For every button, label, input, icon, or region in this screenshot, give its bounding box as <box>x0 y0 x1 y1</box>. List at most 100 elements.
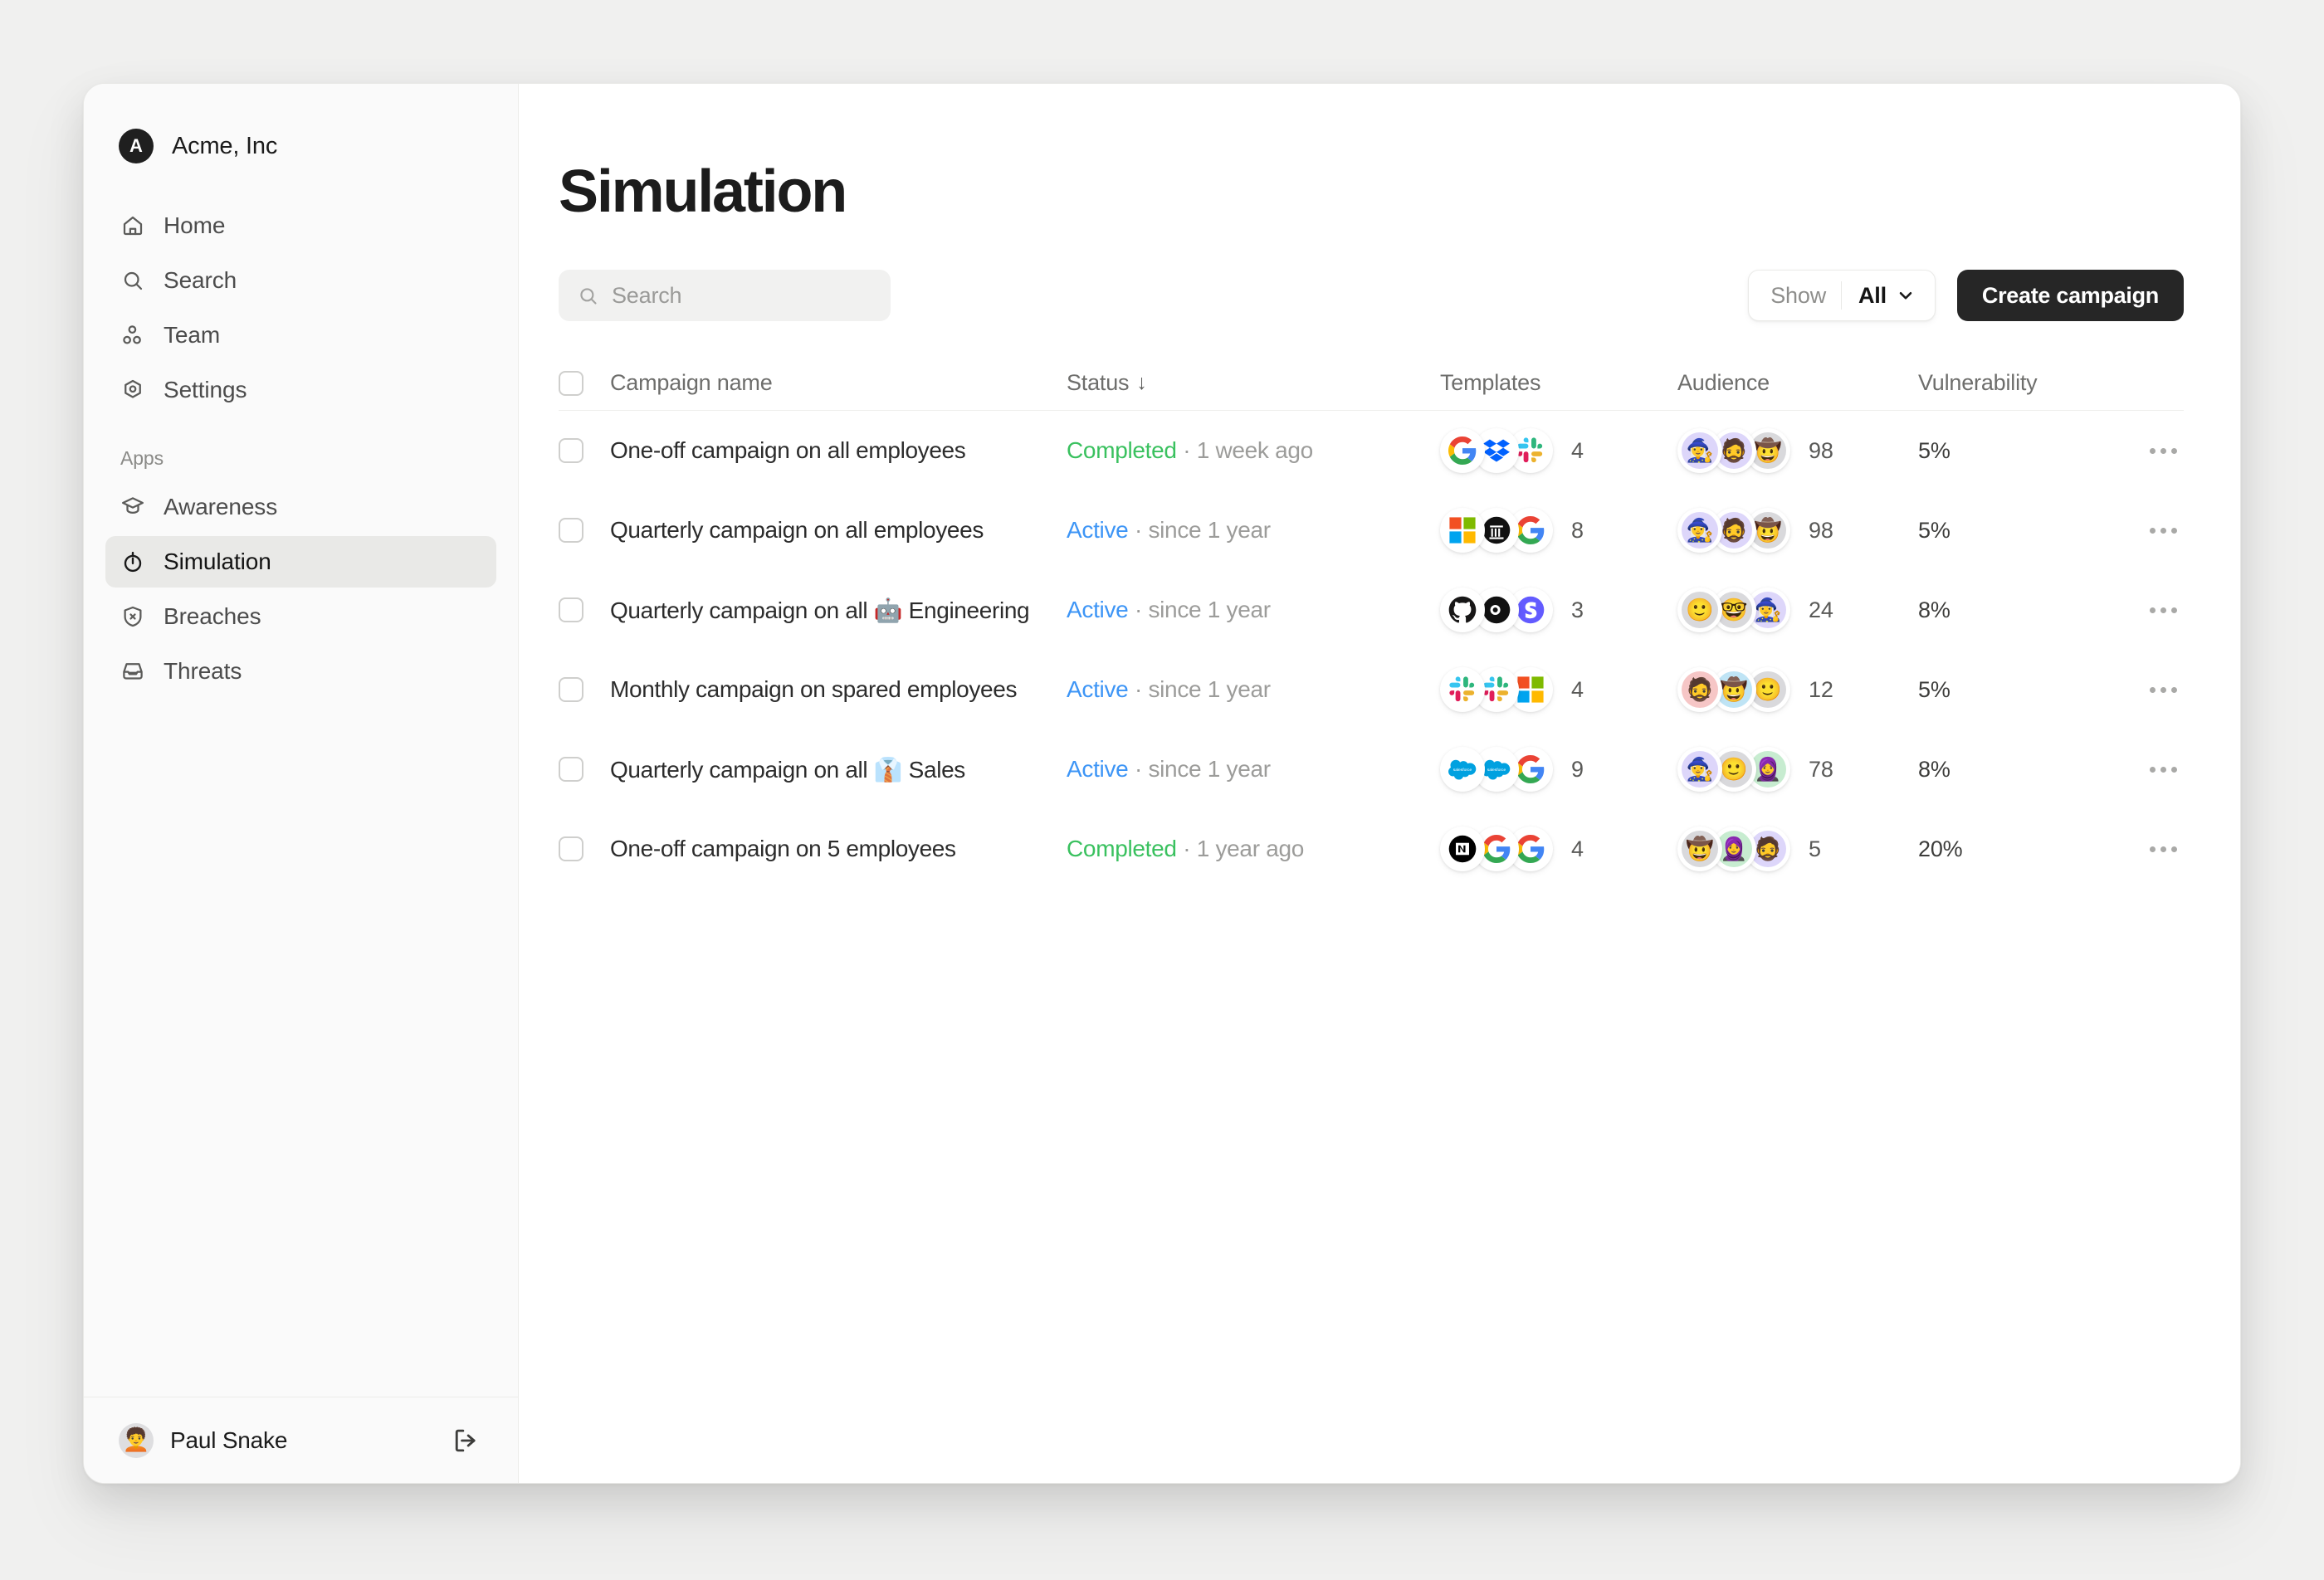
column-header-campaign-name: Campaign name <box>610 370 773 395</box>
logout-icon[interactable] <box>450 1425 481 1456</box>
audience-count: 98 <box>1809 517 1833 543</box>
row-menu-cell <box>2084 677 2184 703</box>
status-timestamp: · since 1 year <box>1134 676 1271 702</box>
campaign-name-cell: Quarterly campaign on all 🤖 Engineering <box>610 597 1067 624</box>
row-menu-button[interactable] <box>2143 518 2184 544</box>
primary-nav: Home Search Team Settings <box>84 200 518 416</box>
table-row[interactable]: Quarterly campaign on all 🤖 Engineering … <box>559 570 2184 650</box>
search-icon <box>120 268 145 293</box>
campaign-name-cell: Monthly campaign on spared employees <box>610 676 1067 703</box>
sidebar-item-awareness[interactable]: Awareness <box>105 481 496 533</box>
row-checkbox[interactable] <box>559 518 583 543</box>
row-menu-button[interactable] <box>2143 438 2184 464</box>
audience-count: 5 <box>1809 836 1821 861</box>
row-checkbox[interactable] <box>559 677 583 702</box>
status-badge: Completed <box>1067 437 1177 463</box>
template-logo-microsoft <box>1440 508 1485 553</box>
sidebar-footer: 🧑‍🦱 Paul Snake <box>84 1397 518 1483</box>
campaign-name-cell: One-off campaign on 5 employees <box>610 836 1067 862</box>
campaign-name-cell: One-off campaign on all employees <box>610 437 1067 464</box>
template-logo-google <box>1440 428 1485 473</box>
template-logo-salesforce: salesforce <box>1440 747 1485 792</box>
column-header-status[interactable]: Status ↓ <box>1067 370 1440 396</box>
sidebar-item-search[interactable]: Search <box>105 255 496 306</box>
sidebar-item-label: Threats <box>164 658 242 684</box>
template-count: 4 <box>1571 437 1584 463</box>
row-menu-button[interactable] <box>2143 757 2184 783</box>
row-checkbox[interactable] <box>559 836 583 861</box>
row-menu-button[interactable] <box>2143 677 2184 703</box>
audience-avatar: 🧔 <box>1677 667 1722 712</box>
table-row[interactable]: Quarterly campaign on all employees Acti… <box>559 490 2184 570</box>
audience-cell: 🧙‍♀️ 🧔 🤠 98 <box>1677 428 1918 473</box>
template-count: 3 <box>1571 597 1584 622</box>
template-logo-stack <box>1440 667 1553 712</box>
table-row[interactable]: Monthly campaign on spared employees Act… <box>559 650 2184 729</box>
row-menu-cell <box>2084 438 2184 464</box>
table-row[interactable]: Quarterly campaign on all 👔 Sales Active… <box>559 729 2184 809</box>
status-cell: Active · since 1 year <box>1067 676 1440 703</box>
select-all-cell <box>559 370 610 396</box>
status-timestamp: · 1 week ago <box>1183 437 1313 463</box>
row-select-cell <box>559 518 610 543</box>
sidebar-item-settings[interactable]: Settings <box>105 364 496 416</box>
svg-text:salesforce: salesforce <box>1453 768 1472 773</box>
sidebar-item-breaches[interactable]: Breaches <box>105 591 496 642</box>
template-logo-stack <box>1440 588 1553 632</box>
org-switcher[interactable]: A Acme, Inc <box>84 122 518 170</box>
audience-avatar: 🙂 <box>1677 588 1722 632</box>
template-logo-slack <box>1440 667 1485 712</box>
audience-cell: 🤠 🧕 🧔 5 <box>1677 827 1918 871</box>
audience-count: 24 <box>1809 597 1833 622</box>
graduation-cap-icon <box>120 495 145 519</box>
status-cell: Completed · 1 week ago <box>1067 437 1440 464</box>
chevron-down-icon <box>1895 285 1916 306</box>
sidebar: A Acme, Inc Home Search Team Settings Ap… <box>84 84 519 1483</box>
status-badge: Active <box>1067 756 1129 782</box>
show-filter-dropdown[interactable]: Show All <box>1748 270 1936 321</box>
row-menu-button[interactable] <box>2143 836 2184 862</box>
sidebar-item-team[interactable]: Team <box>105 310 496 361</box>
template-logo-stack <box>1440 428 1553 473</box>
column-header-audience: Audience <box>1677 370 1770 395</box>
audience-count: 78 <box>1809 756 1833 782</box>
template-count: 4 <box>1571 676 1584 702</box>
sidebar-item-label: Breaches <box>164 603 261 629</box>
sidebar-item-label: Search <box>164 267 237 293</box>
sidebar-item-label: Simulation <box>164 549 271 574</box>
status-timestamp: · since 1 year <box>1134 756 1271 782</box>
search-input[interactable] <box>612 282 872 309</box>
template-logo-stack <box>1440 508 1553 553</box>
avatar: 🧑‍🦱 <box>119 1422 154 1458</box>
column-header-status-label: Status <box>1067 370 1130 395</box>
audience-avatar: 🤠 <box>1677 827 1722 871</box>
audience-avatar: 🧙‍♀️ <box>1677 508 1722 553</box>
settings-icon <box>120 378 145 402</box>
column-header-templates: Templates <box>1440 370 1541 395</box>
status-cell: Active · since 1 year <box>1067 756 1440 783</box>
row-checkbox[interactable] <box>559 438 583 463</box>
row-checkbox[interactable] <box>559 757 583 782</box>
campaign-name-cell: Quarterly campaign on all 👔 Sales <box>610 756 1067 783</box>
row-select-cell <box>559 757 610 782</box>
show-filter-value: All <box>1858 282 1887 308</box>
row-menu-button[interactable] <box>2143 597 2184 623</box>
toolbar: Show All Create campaign <box>559 268 2184 323</box>
sidebar-item-threats[interactable]: Threats <box>105 646 496 697</box>
table-row[interactable]: One-off campaign on 5 employees Complete… <box>559 809 2184 889</box>
status-cell: Completed · 1 year ago <box>1067 836 1440 862</box>
campaign-name: Monthly campaign on spared employees <box>610 676 1018 702</box>
table-row[interactable]: One-off campaign on all employees Comple… <box>559 411 2184 490</box>
select-all-checkbox[interactable] <box>559 370 583 396</box>
sidebar-item-simulation[interactable]: Simulation <box>105 536 496 588</box>
audience-avatar-stack: 🧙‍♀️ 🙂 🧕 <box>1677 747 1790 792</box>
row-menu-cell <box>2084 597 2184 623</box>
row-checkbox[interactable] <box>559 597 583 622</box>
user-name: Paul Snake <box>170 1426 288 1453</box>
search-input-wrapper[interactable] <box>559 270 891 321</box>
row-select-cell <box>559 597 610 622</box>
create-campaign-button[interactable]: Create campaign <box>1956 270 2184 321</box>
svg-text:salesforce: salesforce <box>1487 768 1506 773</box>
stopwatch-icon <box>120 549 145 574</box>
sidebar-item-home[interactable]: Home <box>105 200 496 251</box>
